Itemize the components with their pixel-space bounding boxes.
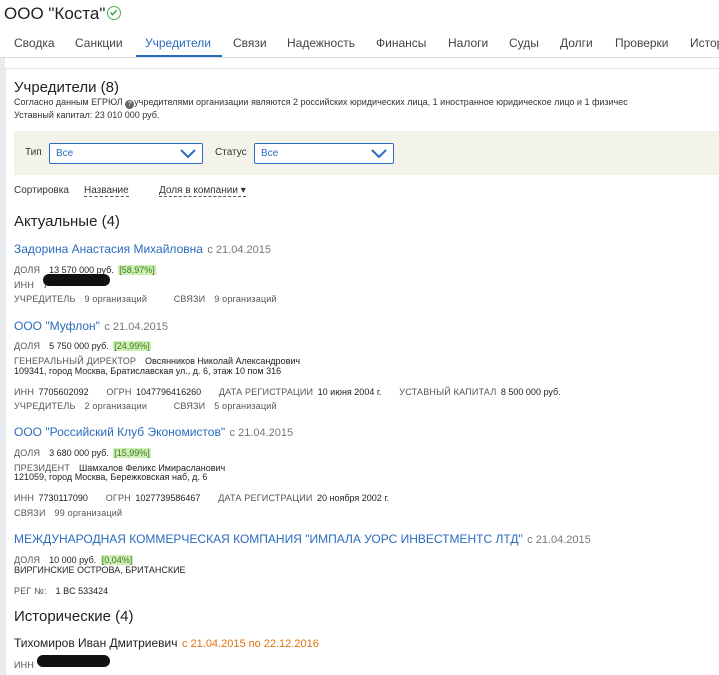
share-value: 10 000 руб. — [49, 555, 97, 565]
links-orgs-link[interactable]: 9 организаций — [214, 294, 277, 304]
founder-item: ООО "Российский Клуб Экономистов" с 21.0… — [14, 423, 293, 441]
reg-number-label: РЕГ №: — [14, 586, 47, 596]
share-label: ДОЛЯ — [14, 448, 41, 458]
sort-label: Сортировка — [14, 185, 69, 196]
sort-by-name[interactable]: Название — [84, 185, 129, 197]
founder-since: с 21.04.2015 — [207, 244, 271, 256]
share-label: ДОЛЯ — [14, 341, 41, 351]
founder-label: УЧРЕДИТЕЛЬ — [14, 401, 76, 411]
ogrn-label: ОГРН — [105, 493, 131, 503]
founder-item: Задорина Анастасия Михайловна с 21.04.20… — [14, 240, 271, 258]
filter-bar: Тип Все Статус Все — [14, 131, 719, 175]
share-label: ДОЛЯ — [14, 555, 41, 565]
sort-by-share[interactable]: Доля в компании ▾ — [159, 185, 246, 197]
tab-debts[interactable]: Долги — [560, 36, 593, 50]
role-label: ГЕНЕРАЛЬНЫЙ ДИРЕКТОР — [14, 356, 137, 366]
share-percent: [24,99%] — [113, 341, 151, 351]
founder-name-link[interactable]: ООО "Российский Клуб Экономистов" — [14, 425, 225, 439]
founder-name-link[interactable]: МЕЖДУНАРОДНАЯ КОММЕРЧЕСКАЯ КОМПАНИЯ "ИМП… — [14, 532, 523, 546]
section-description: Согласно данным ЕГРЮЛ ? учредителями орга… — [14, 97, 628, 109]
historical-item: Тихомиров Иван Дмитриевич с 21.04.2015 п… — [14, 634, 319, 652]
tab-connections[interactable]: Связи — [233, 36, 267, 50]
founder-orgs-link[interactable]: 2 организации — [85, 401, 148, 411]
inn-value: 7730117090 — [38, 493, 88, 503]
ogrn-value: 1027739586467 — [135, 493, 201, 503]
actual-title: Актуальные (4) — [14, 213, 120, 230]
status-filter-label: Статус — [215, 147, 247, 158]
tab-founders[interactable]: Учредители — [145, 36, 211, 50]
share-percent: [58,97%] — [118, 265, 156, 275]
links-orgs-link[interactable]: 99 организаций — [55, 508, 123, 518]
share-value: 3 680 000 руб. — [49, 448, 109, 458]
historical-period: с 21.04.2015 по 22.12.2016 — [181, 638, 319, 650]
tab-summary[interactable]: Сводка — [14, 36, 55, 50]
tab-inspections[interactable]: Проверки — [615, 36, 669, 50]
links-orgs-link[interactable]: 5 организаций — [214, 401, 277, 411]
redaction-bar — [37, 655, 110, 667]
tab-courts[interactable]: Суды — [509, 36, 539, 50]
address: 121059, город Москва, Бережковская наб, … — [14, 472, 208, 482]
company-title: ООО "Коста" — [4, 4, 106, 23]
share-label: ДОЛЯ — [14, 265, 41, 275]
founder-name-link[interactable]: ООО "Муфлон" — [14, 319, 100, 333]
links-label: СВЯЗИ — [173, 294, 206, 304]
chevron-down-icon — [371, 149, 387, 159]
historical-title: Исторические (4) — [14, 608, 134, 625]
founder-name-link[interactable]: Задорина Анастасия Михайловна — [14, 242, 203, 256]
founder-item: МЕЖДУНАРОДНАЯ КОММЕРЧЕСКАЯ КОМПАНИЯ "ИМП… — [14, 530, 591, 548]
reg-date-value: 10 июня 2004 г. — [317, 387, 382, 397]
tab-bar: Сводка Санкции Учредители Связи Надежнос… — [0, 30, 719, 58]
tab-sanctions[interactable]: Санкции — [75, 36, 123, 50]
share-value: 5 750 000 руб. — [49, 341, 109, 351]
active-tab-indicator — [136, 55, 222, 57]
founder-orgs-link[interactable]: 9 организаций — [85, 294, 148, 304]
tab-taxes[interactable]: Налоги — [448, 36, 488, 50]
founder-label: УЧРЕДИТЕЛЬ — [14, 294, 76, 304]
tab-reliability[interactable]: Надежность — [287, 36, 355, 50]
tab-history[interactable]: Истор — [690, 36, 719, 50]
sort-arrow-icon: ▾ — [240, 185, 246, 196]
inn-label: ИНН — [14, 660, 35, 670]
reg-date-value: 20 ноября 2002 г. — [317, 493, 389, 503]
check-circle-icon — [107, 6, 121, 20]
role-value: Овсянников Николай Александрович — [145, 356, 301, 366]
info-icon[interactable]: ? — [125, 100, 135, 109]
reg-number-value: 1 BC 533424 — [55, 586, 109, 596]
inn-label: ИНН — [14, 493, 35, 503]
links-label: СВЯЗИ — [14, 508, 46, 518]
reg-date-label: ДАТА РЕГИСТРАЦИИ — [218, 493, 313, 503]
type-filter-select[interactable]: Все — [49, 143, 203, 164]
chevron-down-icon — [180, 149, 196, 159]
share-percent: [0,04%] — [100, 555, 134, 565]
founder-since: с 21.04.2015 — [527, 534, 591, 546]
capital-value: 8 500 000 руб. — [500, 387, 561, 397]
founder-item: ООО "Муфлон" с 21.04.2015 — [14, 317, 168, 335]
capital-label: УСТАВНЫЙ КАПИТАЛ — [399, 387, 497, 397]
founder-since: с 21.04.2015 — [229, 427, 294, 439]
country: ВИРГИНСКИЕ ОСТРОВА, БРИТАНСКИЕ — [14, 565, 186, 575]
historical-founder-name[interactable]: Тихомиров Иван Дмитриевич — [14, 636, 178, 650]
redaction-bar — [43, 274, 110, 286]
links-label: СВЯЗИ — [173, 401, 206, 411]
status-filter-select[interactable]: Все — [254, 143, 394, 164]
section-title: Учредители (8) — [14, 79, 120, 96]
share-percent: [15,99%] — [113, 448, 151, 458]
type-filter-label: Тип — [25, 147, 42, 158]
tab-finance[interactable]: Финансы — [376, 36, 426, 50]
address: 109341, город Москва, Братиславская ул.,… — [14, 366, 282, 376]
authorized-capital: Уставный капитал: 23 010 000 руб. — [14, 110, 160, 120]
founder-since: с 21.04.2015 — [104, 321, 168, 333]
